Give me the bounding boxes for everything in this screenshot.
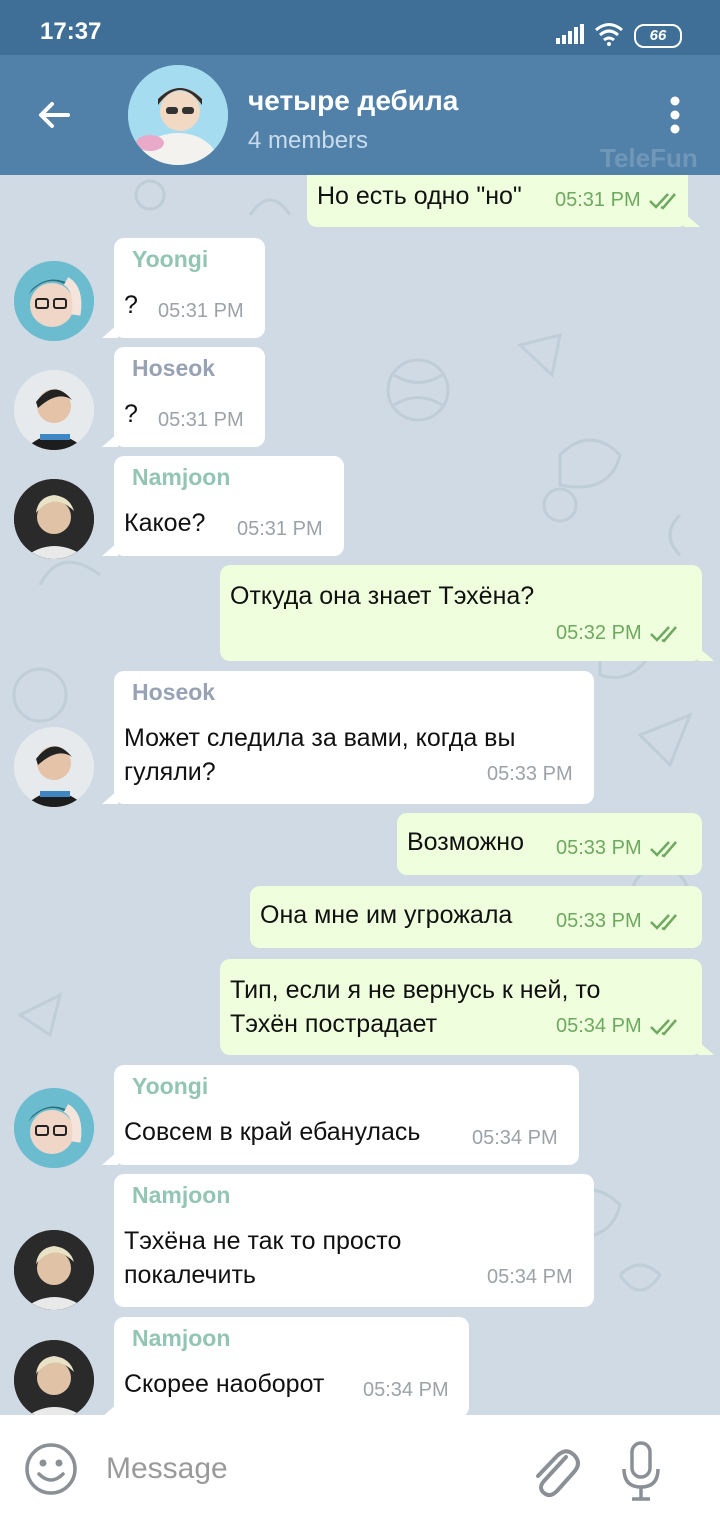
message-text: ? [124,400,138,428]
avatar-hoseok[interactable] [14,370,94,450]
avatar-namjoon[interactable] [14,1340,94,1415]
message-bubble-incoming[interactable]: Yoongi Совсем в край ебанулась 05:34 PM [102,1065,579,1165]
double-check-icon [649,625,677,643]
avatar-namjoon[interactable] [14,479,94,559]
message-text: Но есть одно "но" [317,182,522,210]
message-text: ? [124,291,138,319]
message-text: Может следила за вами, когда вы гуляли? [124,724,516,786]
sender-name: Yoongi [132,246,209,272]
chat-title[interactable]: четыре дебила [248,85,458,117]
emoji-icon[interactable] [24,1442,78,1496]
message-bubble-incoming[interactable]: Hoseok ? 05:31 PM [102,347,265,447]
sender-name: Namjoon [132,1325,231,1351]
bubble-tail [102,790,118,804]
attach-paperclip-icon[interactable] [524,1439,580,1499]
message-time: 05:34 PM [556,1015,682,1038]
bubble-tail [102,1403,118,1415]
message-bubble-outgoing[interactable]: Откуда она знает Тэхёна? 05:32 PM [220,565,714,661]
message-time: 05:34 PM [487,1266,573,1288]
group-avatar[interactable] [128,65,228,165]
chat-header: четыре дебила 4 members TeleFun [0,55,720,175]
message-time: 05:34 PM [472,1127,558,1149]
message-text: Скорее наоборот [124,1370,325,1398]
message-input[interactable] [104,1445,508,1493]
message-bubble-incoming[interactable]: Namjoon Тэхёна не так то просто покалечит… [114,1174,594,1307]
watermark: TeleFun [600,143,698,173]
message-list[interactable]: Но есть одно "но" 05:31 PM Yoongi ? 05:3… [0,175,720,1415]
bubble-tail [102,542,118,556]
bubble-tail [698,647,714,661]
message-text: Откуда она знает Тэхёна? [230,582,535,610]
message-time: 05:33 PM [556,837,682,860]
message-text: Она мне им угрожала [260,901,513,929]
message-bubble-outgoing[interactable]: Она мне им угрожала 05:33 PM [250,886,702,948]
message-text: Возможно [407,828,525,856]
bubble-tail [684,213,700,227]
message-bubble-incoming[interactable]: Namjoon Какое? 05:31 PM [102,456,344,556]
message-time: 05:31 PM [158,409,244,431]
message-text: Какое? [124,509,206,537]
battery-indicator: 66 [634,24,682,48]
message-bubble-incoming[interactable]: Yoongi ? 05:31 PM [102,238,265,338]
avatar-hoseok[interactable] [14,727,94,807]
sender-name: Namjoon [132,1182,231,1208]
sender-name: Yoongi [132,1073,209,1099]
back-arrow-icon[interactable] [34,95,74,135]
message-bubble-outgoing[interactable]: Возможно 05:33 PM [397,813,702,875]
bubble-tail [102,324,118,338]
avatar-yoongi[interactable] [14,261,94,341]
message-time: 05:33 PM [487,763,573,785]
message-time: 05:34 PM [363,1379,449,1401]
chat-member-count: 4 members [248,127,369,154]
microphone-icon[interactable] [616,1439,666,1503]
bubble-tail [698,1041,714,1055]
bubble-tail [102,433,118,447]
message-bubble-outgoing[interactable]: Но есть одно "но" 05:31 PM [307,175,700,227]
message-bubble-incoming[interactable]: Hoseok Может следила за вами, когда вы гу… [102,671,594,804]
bubble-tail [102,1151,118,1165]
message-time: 05:31 PM [237,518,323,540]
signal-icon [556,24,584,44]
message-bubble-outgoing[interactable]: Тип, если я не вернусь к ней, то Тэхён по… [220,959,714,1055]
more-vert-icon[interactable] [660,93,690,137]
avatar-yoongi[interactable] [14,1088,94,1168]
avatar-namjoon[interactable] [14,1230,94,1310]
status-time: 17:37 [40,18,102,45]
message-text: Тэхёна не так то просто покалечить [124,1227,402,1289]
sender-name: Namjoon [132,464,231,490]
sender-name: Hoseok [132,355,216,381]
message-time: 05:31 PM [158,300,244,322]
message-time: 05:31 PM [555,189,681,212]
double-check-icon [649,913,677,931]
message-composer [0,1415,720,1520]
status-bar: 17:37 66 [0,0,720,55]
message-time: 05:32 PM [556,622,682,645]
double-check-icon [649,1018,677,1036]
double-check-icon [649,840,677,858]
message-time: 05:33 PM [556,910,682,933]
wifi-icon [595,23,623,46]
message-text: Совсем в край ебанулась [124,1118,421,1146]
message-bubble-incoming[interactable]: Namjoon Скорее наоборот 05:34 PM [102,1317,469,1415]
message-text: Тип, если я не вернусь к ней, то Тэхён по… [230,976,601,1038]
double-check-icon [648,192,676,210]
sender-name: Hoseok [132,679,216,705]
